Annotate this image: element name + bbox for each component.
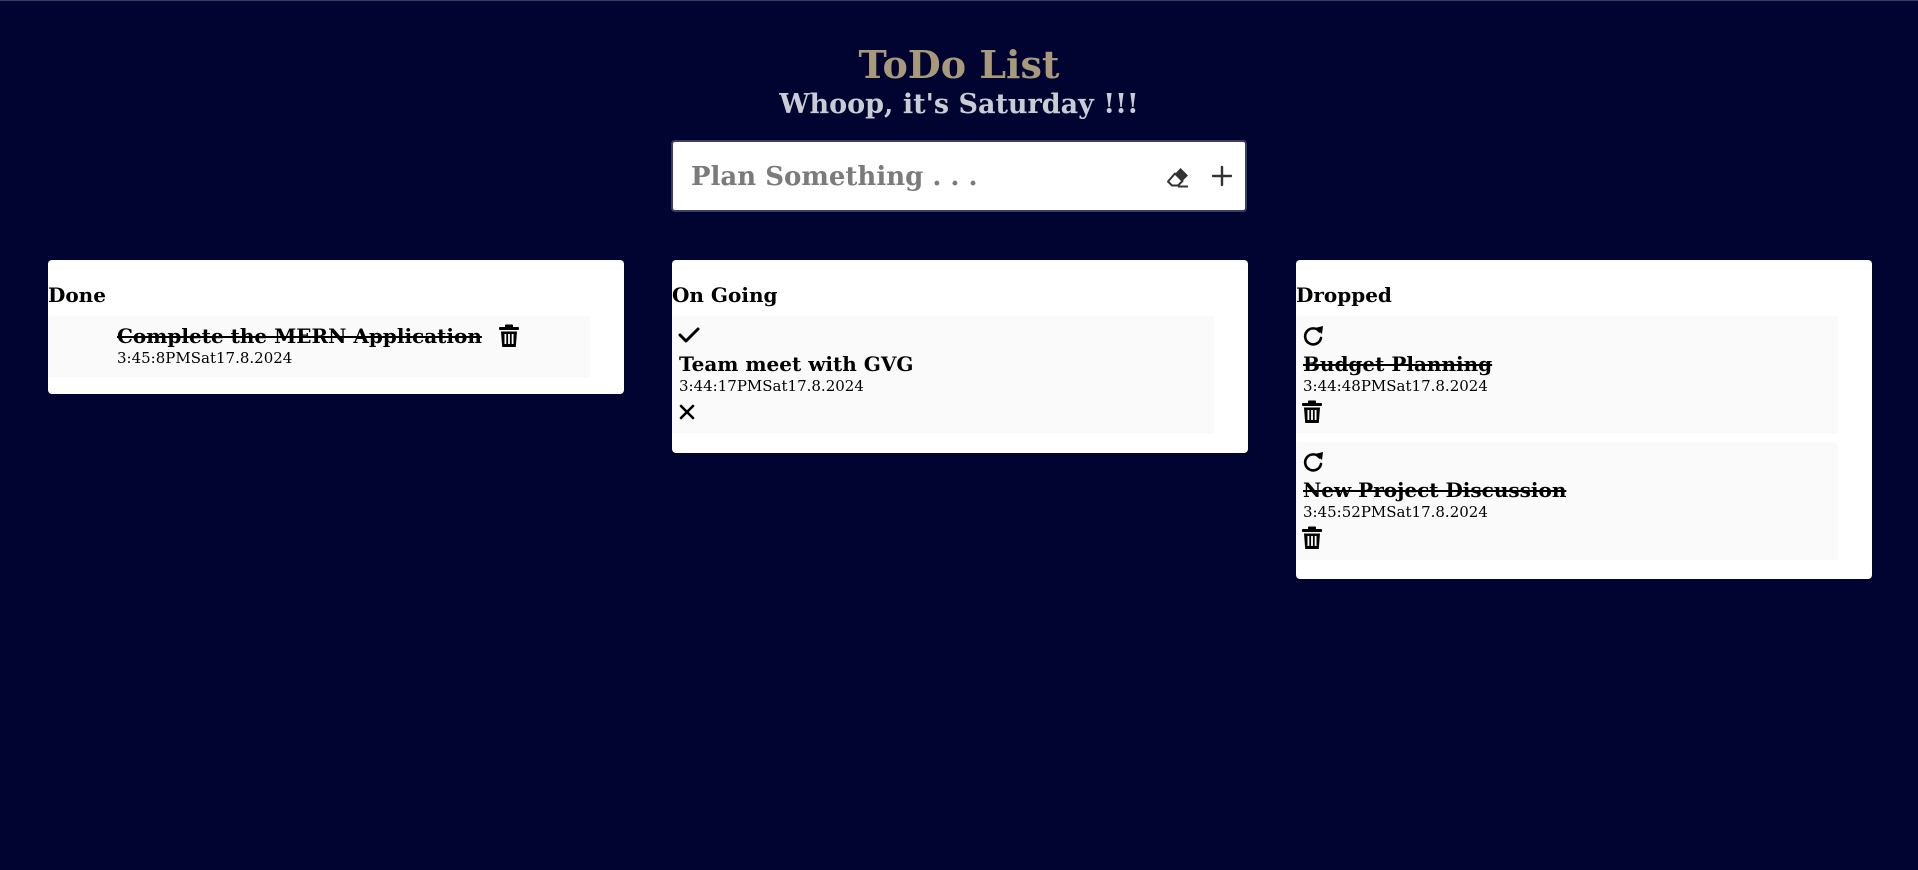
dropped-task-card: New Project Discussion 3:45:52PMSat17.8.… xyxy=(1296,442,1838,560)
task-text: Team meet with GVG xyxy=(679,352,914,376)
app-title: ToDo List xyxy=(858,42,1060,87)
plus-icon xyxy=(1211,165,1233,187)
trash-icon[interactable] xyxy=(499,324,519,348)
done-column-title: Done xyxy=(48,283,106,307)
day-greeting: Whoop, it's Saturday !!! xyxy=(779,89,1139,120)
eraser-icon xyxy=(1167,168,1188,188)
task-text: Budget Planning xyxy=(1303,352,1493,376)
ongoing-column-title: On Going xyxy=(672,283,778,307)
top-border xyxy=(0,0,1918,1)
close-icon[interactable] xyxy=(678,403,696,421)
redo-icon[interactable] xyxy=(1301,325,1325,347)
task-timestamp: 3:45:52PMSat17.8.2024 xyxy=(1303,503,1488,521)
ongoing-column: On Going Team meet with GVG 3:44:17PMSat… xyxy=(672,260,1248,453)
add-button[interactable] xyxy=(1207,161,1237,191)
task-input[interactable] xyxy=(691,155,1131,199)
task-text: Complete the MERN Application xyxy=(117,324,482,348)
dropped-task-card: Budget Planning 3:44:48PMSat17.8.2024 xyxy=(1296,316,1838,434)
task-input-container xyxy=(671,140,1247,212)
dropped-column: Dropped Budget Planning 3:44:48PMSat17.8… xyxy=(1296,260,1872,579)
trash-icon[interactable] xyxy=(1302,400,1322,424)
task-timestamp: 3:45:8PMSat17.8.2024 xyxy=(117,349,293,367)
task-timestamp: 3:44:17PMSat17.8.2024 xyxy=(679,377,864,395)
dropped-column-title: Dropped xyxy=(1296,283,1392,307)
ongoing-task-card: Team meet with GVG 3:44:17PMSat17.8.2024 xyxy=(672,316,1214,434)
done-task-card: Complete the MERN Application 3:45:8PMSa… xyxy=(48,316,590,378)
done-column: Done Complete the MERN Application 3:45:… xyxy=(48,260,624,394)
redo-icon[interactable] xyxy=(1301,451,1325,473)
task-text: New Project Discussion xyxy=(1303,478,1567,502)
trash-icon[interactable] xyxy=(1302,526,1322,550)
task-timestamp: 3:44:48PMSat17.8.2024 xyxy=(1303,377,1488,395)
clear-button[interactable] xyxy=(1163,162,1193,192)
check-icon[interactable] xyxy=(678,326,700,344)
